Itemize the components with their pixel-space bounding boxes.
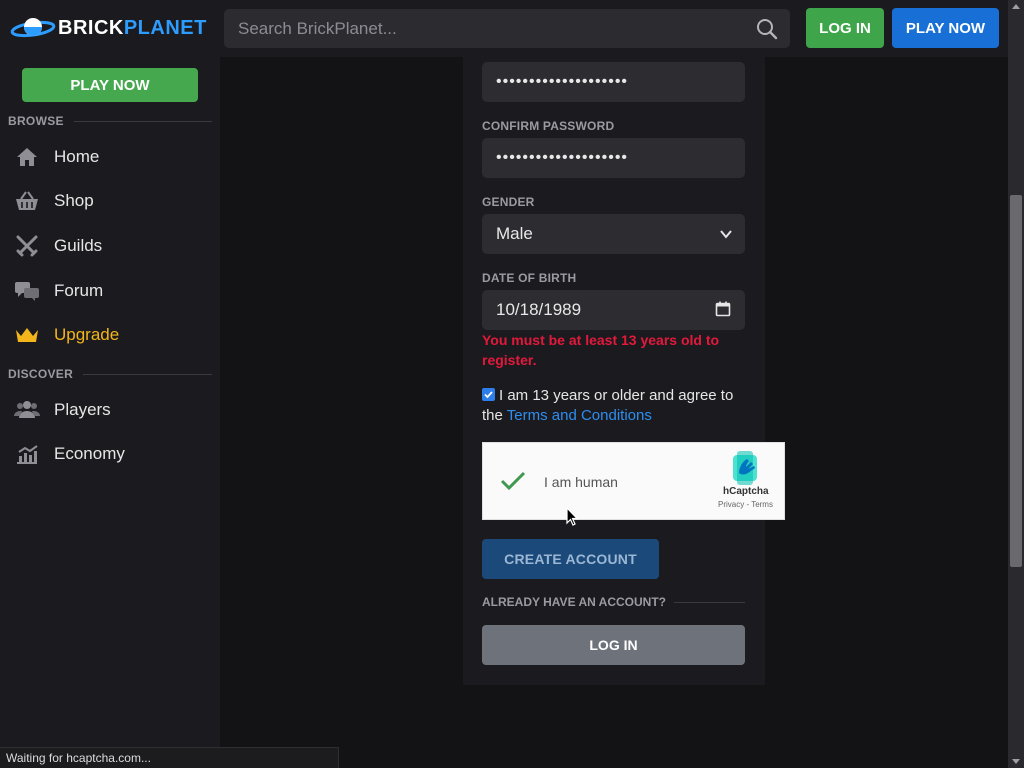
- checkmark-icon: [500, 471, 526, 491]
- agree-checkbox[interactable]: [482, 388, 495, 401]
- crown-icon: [14, 324, 40, 346]
- search-icon[interactable]: [756, 18, 778, 40]
- discover-heading: DISCOVER: [8, 367, 212, 381]
- brickplanet-logo[interactable]: BRICKPLANET: [10, 14, 207, 42]
- sidebar-item-shop[interactable]: Shop: [14, 183, 214, 219]
- calendar-icon[interactable]: [715, 301, 731, 317]
- sidebar-item-forum[interactable]: Forum: [14, 273, 214, 309]
- logo-text-planet: PLANET: [123, 16, 207, 39]
- sidebar-item-upgrade[interactable]: Upgrade: [14, 317, 214, 353]
- top-navbar: BRICKPLANET LOG IN PLAY NOW: [0, 0, 1008, 57]
- date-of-birth-label: DATE OF BIRTH: [482, 271, 577, 285]
- create-account-button[interactable]: CREATE ACCOUNT: [482, 539, 659, 579]
- basket-icon: [14, 190, 40, 212]
- agree-terms-row: I am 13 years or older and agree to the …: [482, 386, 744, 426]
- scroll-down-arrow-icon[interactable]: [1012, 759, 1020, 764]
- sidebar-play-now-button[interactable]: PLAY NOW: [22, 68, 198, 102]
- date-of-birth-field[interactable]: 10/18/1989: [482, 290, 745, 330]
- sidebar-item-label: Home: [54, 147, 100, 166]
- sidebar: PLAY NOW BROWSE Home Shop Guilds Forum U…: [0, 57, 220, 768]
- login-button[interactable]: LOG IN: [806, 8, 884, 48]
- sidebar-item-label: Forum: [54, 281, 104, 300]
- sidebar-item-label: Guilds: [54, 236, 103, 255]
- chevron-down-icon: [720, 230, 732, 239]
- hcaptcha-widget[interactable]: I am human hCaptcha Privacy - Terms: [482, 442, 785, 520]
- sidebar-item-home[interactable]: Home: [14, 139, 214, 175]
- gender-select[interactable]: Male: [482, 214, 745, 254]
- browse-heading: BROWSE: [8, 114, 212, 128]
- hcaptcha-brand: hCaptcha: [723, 486, 769, 497]
- scroll-thumb[interactable]: [1010, 195, 1022, 567]
- date-of-birth-value: 10/18/1989: [496, 300, 582, 319]
- sidebar-item-label: Shop: [54, 191, 94, 210]
- hcaptcha-logo-icon: [733, 451, 757, 485]
- password-field[interactable]: ••••••••••••••••••••: [482, 62, 745, 102]
- search-input[interactable]: [224, 9, 744, 48]
- browser-status-bar: Waiting for hcaptcha.com...: [0, 747, 339, 768]
- form-login-button[interactable]: LOG IN: [482, 625, 745, 665]
- captcha-label: I am human: [544, 474, 618, 490]
- hcaptcha-links[interactable]: Privacy - Terms: [718, 500, 773, 509]
- search-bar: [224, 9, 790, 48]
- planet-logo-icon: [10, 18, 56, 38]
- logo-text: BRICKPLANET: [58, 17, 207, 40]
- confirm-password-field[interactable]: ••••••••••••••••••••: [482, 138, 745, 178]
- home-icon: [14, 146, 40, 168]
- age-error-message: You must be at least 13 years old to reg…: [482, 332, 720, 368]
- terms-link[interactable]: Terms and Conditions: [507, 407, 652, 424]
- gender-label: GENDER: [482, 195, 535, 209]
- scroll-up-arrow-icon[interactable]: [1012, 4, 1020, 9]
- sidebar-item-label: Upgrade: [54, 325, 120, 344]
- sidebar-item-players[interactable]: Players: [14, 392, 214, 428]
- users-icon: [14, 399, 40, 421]
- page-scrollbar[interactable]: [1008, 0, 1024, 768]
- sidebar-item-economy[interactable]: Economy: [14, 436, 214, 472]
- confirm-password-label: CONFIRM PASSWORD: [482, 119, 615, 133]
- play-now-button[interactable]: PLAY NOW: [892, 8, 999, 48]
- already-have-account-divider: ALREADY HAVE AN ACCOUNT?: [482, 595, 745, 609]
- sidebar-item-label: Economy: [54, 444, 125, 463]
- sidebar-item-label: Players: [54, 400, 111, 419]
- sidebar-item-guilds[interactable]: Guilds: [14, 228, 214, 264]
- gender-selected-value: Male: [496, 224, 533, 243]
- crossed-swords-icon: [14, 235, 40, 257]
- chat-bubbles-icon: [14, 280, 40, 302]
- logo-text-brick: BRICK: [58, 16, 124, 39]
- chart-icon: [14, 443, 40, 465]
- mouse-cursor-icon: [566, 507, 578, 526]
